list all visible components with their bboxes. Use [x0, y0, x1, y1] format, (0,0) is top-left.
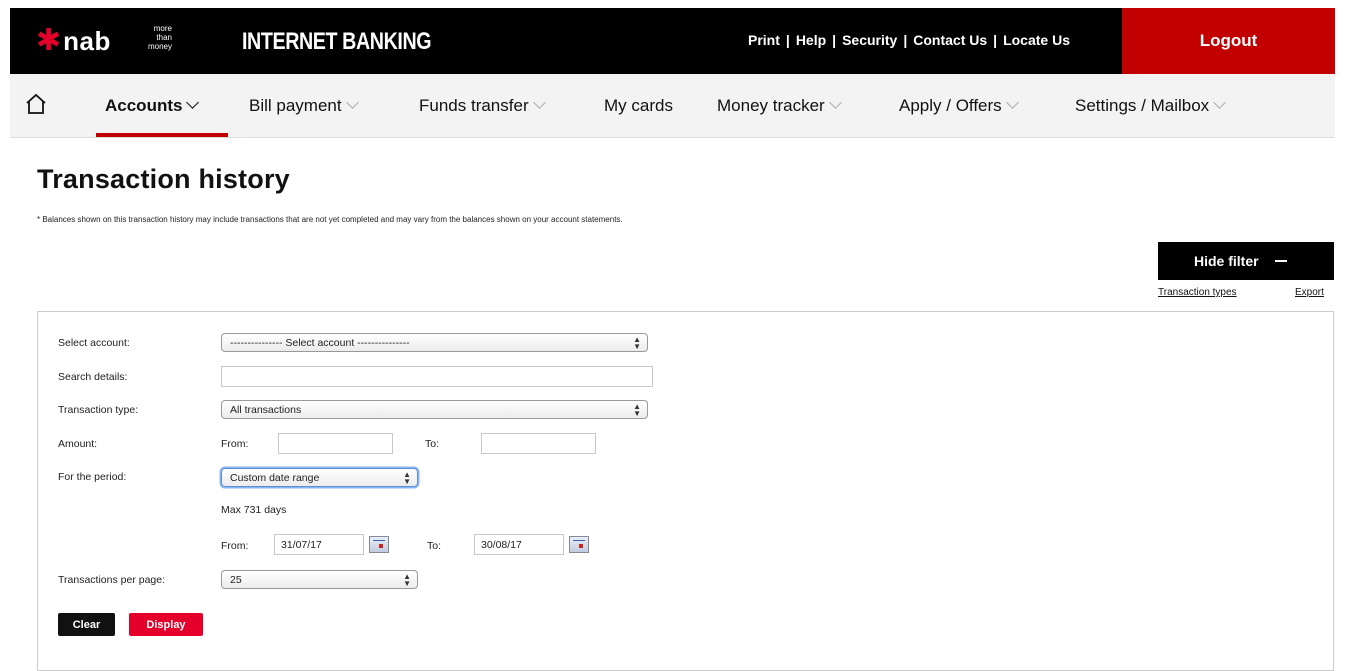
locate-us-link[interactable]: Locate Us [1003, 32, 1070, 48]
header: ✱ nab more than money INTERNET BANKING P… [10, 8, 1335, 74]
search-details-input[interactable] [221, 366, 653, 387]
select-arrows-icon: ▲ ▼ [403, 470, 411, 486]
date-from-input[interactable]: 31/07/17 [274, 534, 364, 555]
clear-button[interactable]: Clear [58, 613, 115, 636]
home-icon[interactable] [24, 92, 48, 116]
display-button[interactable]: Display [129, 613, 203, 636]
tagline-line: than [156, 33, 172, 42]
nav-settings-mailbox[interactable]: Settings / Mailbox [1075, 96, 1227, 116]
hide-filter-label: Hide filter [1194, 253, 1259, 269]
select-account-dropdown[interactable]: --------------- Select account ---------… [221, 333, 648, 352]
separator: | [832, 32, 837, 48]
date-to-input[interactable]: 30/08/17 [474, 534, 564, 555]
date-to-label: To: [427, 540, 442, 552]
period-dropdown[interactable]: Custom date range ▲ ▼ [221, 468, 418, 487]
nav-label: Accounts [105, 96, 183, 115]
nav-accounts[interactable]: Accounts [105, 96, 200, 116]
hide-filter-button[interactable]: Hide filter [1158, 242, 1334, 280]
nav-funds-transfer[interactable]: Funds transfer [419, 96, 546, 116]
active-tab-indicator [96, 133, 228, 137]
tagline-line: money [147, 42, 172, 51]
nav-apply-offers[interactable]: Apply / Offers [899, 96, 1019, 116]
transaction-types-link[interactable]: Transaction types [1158, 287, 1237, 298]
nab-logo[interactable]: ✱ nab [36, 24, 111, 58]
security-link[interactable]: Security [842, 32, 897, 48]
nav-label: Apply / Offers [899, 96, 1002, 115]
balance-disclaimer: * Balances shown on this transaction his… [37, 215, 623, 224]
select-arrows-icon: ▲ ▼ [633, 402, 641, 418]
help-link[interactable]: Help [796, 32, 826, 48]
chevron-down-icon [186, 96, 200, 109]
search-details-label: Search details: [58, 371, 128, 383]
date-from-label: From: [221, 540, 249, 552]
filter-panel: Select account: --------------- Select a… [37, 311, 1334, 671]
transaction-type-value: All transactions [230, 404, 302, 416]
separator: | [785, 32, 790, 48]
chevron-down-icon [828, 96, 842, 109]
select-account-label: Select account: [58, 337, 130, 349]
chevron-down-icon [532, 96, 546, 109]
calendar-icon[interactable] [569, 536, 589, 553]
nav-label: Bill payment [249, 96, 342, 115]
chevron-down-icon [1005, 96, 1019, 109]
page-title: Transaction history [37, 164, 290, 194]
select-arrows-icon: ▲ ▼ [633, 335, 641, 351]
minus-icon [1274, 260, 1287, 262]
chevron-down-icon [1213, 96, 1227, 109]
separator: | [903, 32, 908, 48]
logout-button[interactable]: Logout [1122, 8, 1335, 74]
transaction-type-label: Transaction type: [58, 404, 139, 416]
amount-from-label: From: [221, 438, 249, 450]
nav-label: Money tracker [717, 96, 825, 115]
contact-us-link[interactable]: Contact Us [913, 32, 987, 48]
nab-star-icon: ✱ [36, 24, 62, 57]
separator: | [993, 32, 998, 48]
amount-to-label: To: [425, 438, 440, 450]
period-label: For the period: [58, 471, 127, 483]
per-page-value: 25 [230, 574, 242, 586]
nav-label: My cards [604, 96, 673, 115]
select-account-value: --------------- Select account ---------… [230, 337, 410, 349]
per-page-label: Transactions per page: [58, 574, 166, 586]
logo-text: nab [63, 25, 111, 56]
chevron-down-icon [345, 96, 359, 109]
nav-label: Funds transfer [419, 96, 529, 115]
nav-label: Settings / Mailbox [1075, 96, 1210, 115]
amount-from-input[interactable] [278, 433, 393, 454]
calendar-icon[interactable] [369, 536, 389, 553]
print-link[interactable]: Print [748, 32, 780, 48]
amount-label: Amount: [58, 438, 98, 450]
nav-money-tracker[interactable]: Money tracker [717, 96, 842, 116]
nav-bill-payment[interactable]: Bill payment [249, 96, 359, 116]
amount-to-input[interactable] [481, 433, 596, 454]
main-nav: Accounts Bill payment Funds transfer My … [10, 74, 1335, 138]
utility-links: Print | Help | Security | Contact Us | Locat… [748, 32, 1070, 48]
top-bar: ✱ nab more than money INTERNET BANKING P… [0, 0, 1351, 74]
max-days-note: Max 731 days [221, 504, 287, 516]
per-page-dropdown[interactable]: 25 ▲ ▼ [221, 570, 418, 589]
select-arrows-icon: ▲ ▼ [403, 572, 411, 588]
tagline-line: more [153, 24, 172, 33]
period-value: Custom date range [230, 472, 320, 484]
export-link[interactable]: Export [1295, 287, 1324, 298]
transaction-type-dropdown[interactable]: All transactions ▲ ▼ [221, 400, 648, 419]
nav-my-cards[interactable]: My cards [604, 96, 673, 116]
tagline: more than money [136, 24, 172, 51]
app-title: INTERNET BANKING [242, 28, 432, 55]
